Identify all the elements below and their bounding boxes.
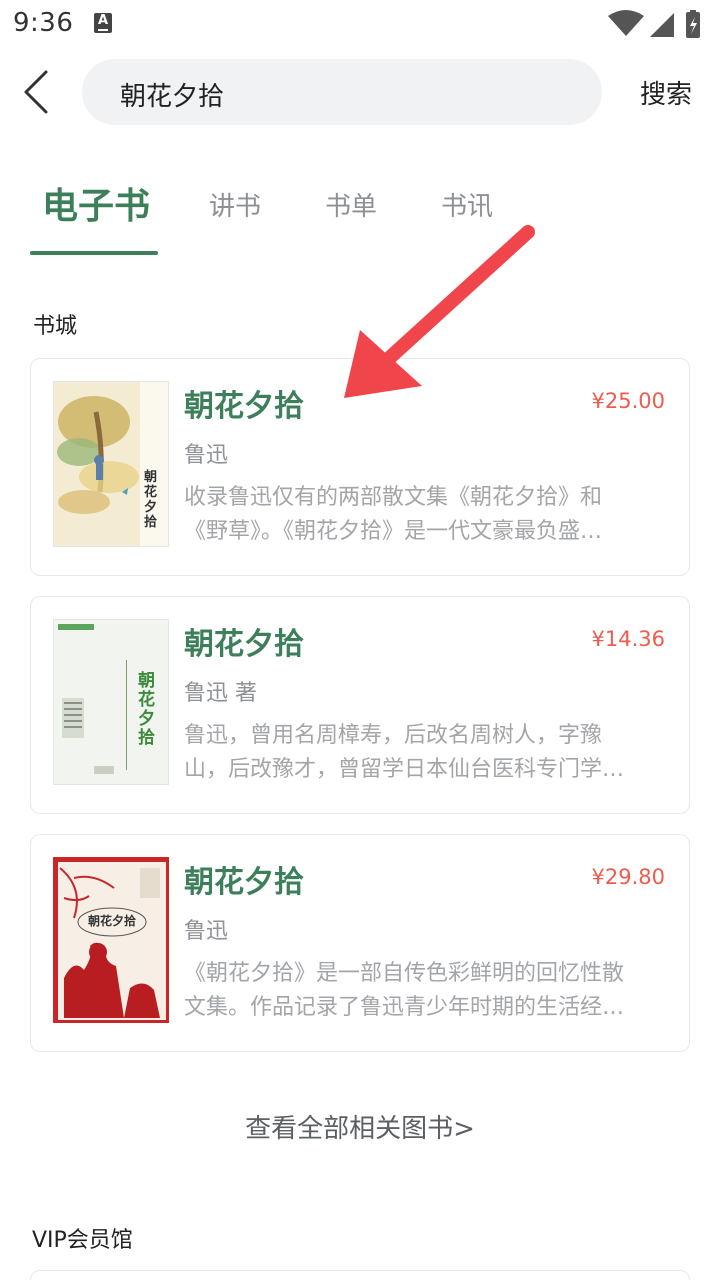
book-author: 鲁迅 著: [184, 681, 257, 706]
book-title: 朝花夕拾: [184, 627, 304, 662]
cellular-signal-icon: [650, 13, 674, 37]
section-title-bookstore: 书城: [33, 314, 78, 339]
tab-lecture-label: 讲书: [209, 192, 262, 222]
book-description-line: 鲁迅，曾用名周樟寿，后改名周树人，字豫: [184, 723, 603, 748]
search-query-text: 朝花夕拾: [120, 82, 225, 112]
cover-title-text: 朝花夕拾: [144, 470, 158, 530]
book-price: ¥29.80: [591, 865, 665, 889]
book-cover-image: 朝花夕拾: [53, 619, 169, 785]
book-description: 鲁迅，曾用名周樟寿，后改名周树人，字豫 山，后改豫才，曾留学日本仙台医科专门学…: [184, 719, 668, 787]
cover-title-text: 朝花夕拾: [138, 671, 155, 748]
book-author: 鲁迅: [184, 443, 229, 468]
status-icons: [606, 10, 706, 40]
book-title: 朝花夕拾: [184, 865, 304, 900]
battery-icon: [686, 10, 700, 38]
view-all-books-link[interactable]: 查看全部相关图书>: [0, 1108, 720, 1145]
book-price: ¥14.36: [591, 627, 665, 651]
book-description: 《朝花夕拾》是一部自传色彩鲜明的回忆性散 文集。作品记录了鲁迅青少年时期的生活经…: [184, 957, 668, 1025]
book-description-line: 山，后改豫才，曾留学日本仙台医科专门学…: [184, 757, 625, 782]
status-time: 9:36: [13, 8, 74, 38]
annotation-arrow-icon: [344, 225, 535, 398]
section-title-vip: VIP会员馆: [32, 1228, 133, 1253]
book-title: 朝花夕拾: [184, 389, 304, 424]
book-card[interactable]: 朝花夕拾 朝花夕拾 ¥14.36 鲁迅 著 鲁迅，曾用名周樟寿，后改名周树人，字…: [30, 596, 690, 814]
book-cover-image: 朝花夕拾: [53, 857, 169, 1023]
book-card[interactable]: 朝花夕拾 朝花夕拾 ¥29.80 鲁迅 《朝花夕拾》是一部自传色彩鲜明的回忆性散…: [30, 834, 690, 1052]
status-bar: 9:36 A: [0, 0, 720, 50]
notification-a-icon: A: [94, 13, 112, 33]
book-author: 鲁迅: [184, 919, 229, 944]
active-tab-indicator: [30, 251, 158, 255]
search-button[interactable]: 搜索: [640, 74, 692, 111]
search-header: 朝花夕拾 搜索: [0, 56, 720, 128]
tab-ebook-label: 电子书: [42, 186, 151, 227]
book-description: 收录鲁迅仅有的两部散文集《朝花夕拾》和 《野草》。《朝花夕拾》是一代文豪最负盛…: [184, 481, 668, 549]
book-description-line: 《朝花夕拾》是一部自传色彩鲜明的回忆性散: [184, 961, 625, 986]
back-button[interactable]: [18, 68, 58, 116]
tab-ebook[interactable]: 电子书: [42, 176, 150, 256]
book-description-line: 收录鲁迅仅有的两部散文集《朝花夕拾》和: [184, 485, 603, 510]
book-price: ¥25.00: [591, 389, 665, 413]
wifi-icon: [608, 10, 644, 36]
chevron-left-icon: [24, 70, 48, 114]
book-cover-image: 朝花夕拾: [53, 381, 169, 547]
book-description-line: 《野草》。《朝花夕拾》是一代文豪最负盛…: [184, 519, 603, 544]
tab-lecture[interactable]: 讲书: [209, 176, 261, 256]
vip-section-card[interactable]: [30, 1270, 690, 1280]
cover-title-text: 朝花夕拾: [87, 914, 136, 928]
search-input[interactable]: 朝花夕拾: [82, 59, 602, 125]
book-description-line: 文集。作品记录了鲁迅青少年时期的生活经…: [184, 995, 625, 1020]
